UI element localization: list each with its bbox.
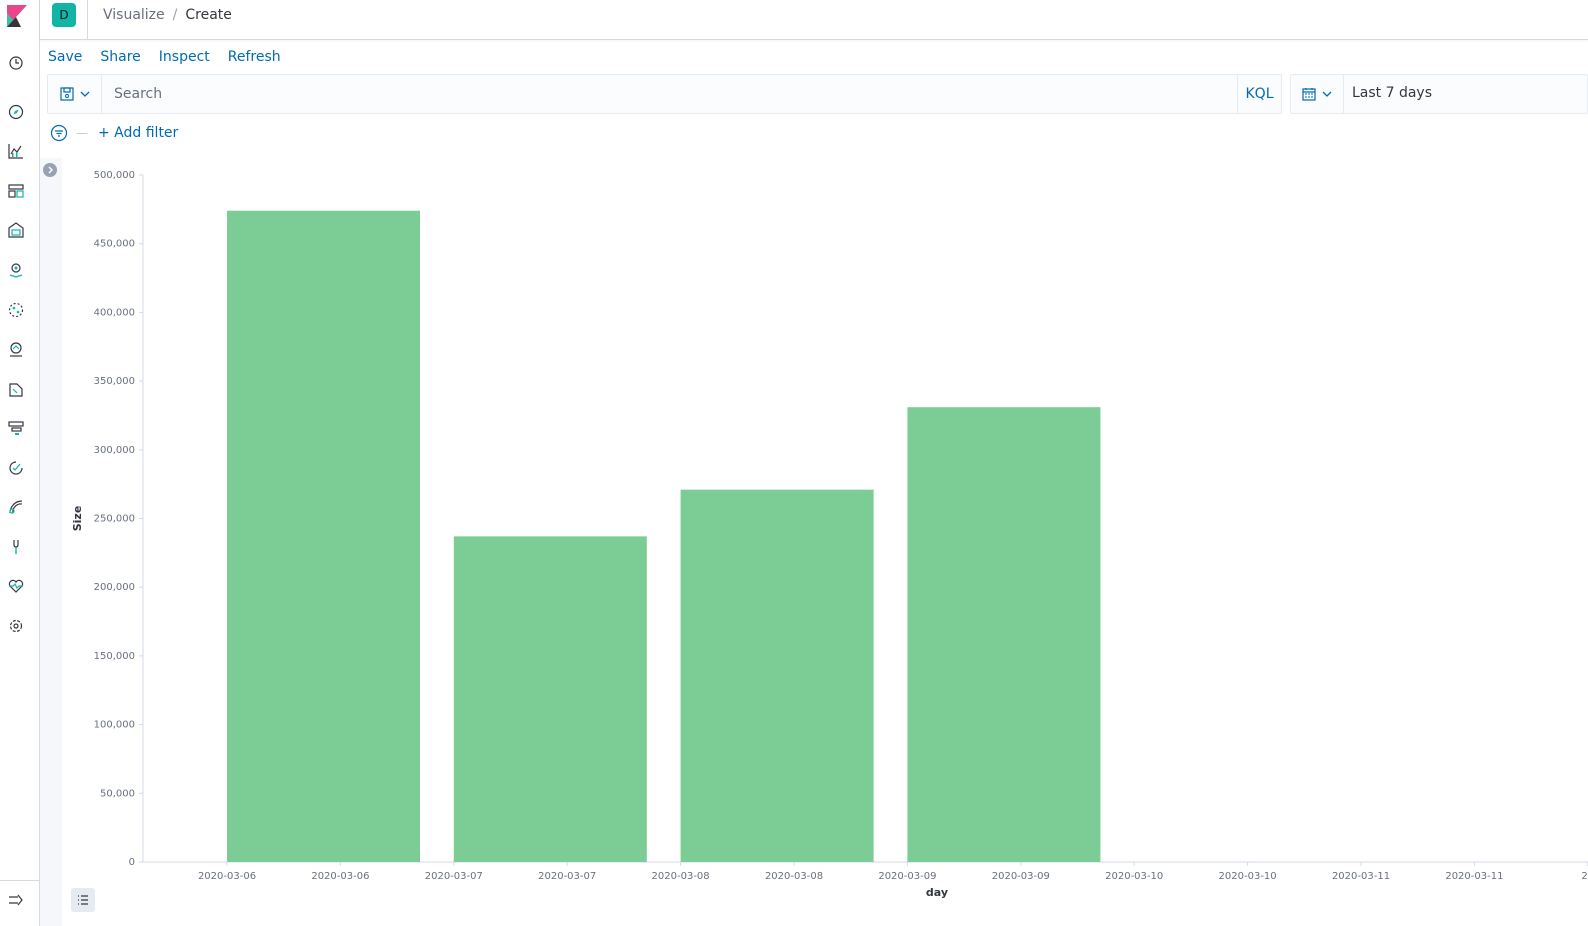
y-tick-label: 450,000 [94, 239, 135, 250]
x-tick-label: 2020-03-07 [538, 871, 596, 882]
chart-bar [227, 210, 420, 862]
x-tick-label: 2020-03-11 [1445, 871, 1503, 882]
x-tick-label: 2020-03-08 [652, 871, 710, 882]
y-tick-label: 400,000 [94, 307, 135, 318]
chart-bar [907, 407, 1101, 862]
legend-toggle-button[interactable] [71, 888, 95, 912]
x-tick-label: 2020-03-09 [878, 871, 936, 882]
y-axis-title: Size [71, 506, 84, 532]
y-tick-label: 100,000 [94, 720, 135, 731]
y-tick-label: 250,000 [94, 514, 135, 525]
y-tick-label: 0 [129, 857, 135, 868]
chart-bar [453, 536, 647, 862]
y-tick-label: 150,000 [94, 651, 135, 662]
y-tick-label: 350,000 [94, 376, 135, 387]
x-tick-label: 2020-03-09 [992, 871, 1050, 882]
chart-bar [680, 489, 874, 862]
x-tick-label: 2020-03-11 [1332, 871, 1390, 882]
x-tick-label: 2020-03-06 [198, 871, 256, 882]
x-tick-label: 2020-03-10 [1105, 871, 1163, 882]
y-tick-label: 200,000 [94, 582, 135, 593]
x-tick-label: 20 [1581, 871, 1588, 882]
x-tick-label: 2020-03-10 [1219, 871, 1277, 882]
list-icon [78, 895, 88, 905]
bar-chart: 0 50,000 100,000 150,000 200,000 250,000 300,0… [71, 170, 1588, 899]
x-tick-label: 2020-03-08 [765, 871, 823, 882]
x-tick-label: 2020-03-06 [311, 871, 369, 882]
x-tick-label: 2020-03-07 [425, 871, 483, 882]
x-axis-title: day [926, 886, 948, 899]
y-tick-label: 500,000 [94, 170, 135, 181]
y-tick-label: 300,000 [94, 445, 135, 456]
y-tick-label: 50,000 [100, 788, 135, 799]
